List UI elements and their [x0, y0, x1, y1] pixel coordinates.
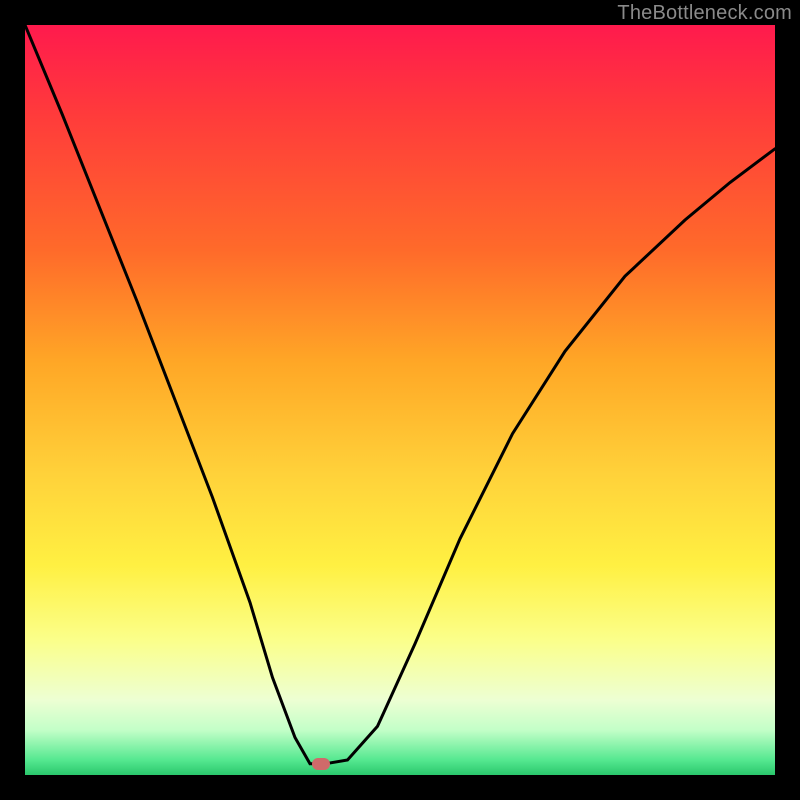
bottleneck-curve — [25, 25, 775, 775]
plot-area — [25, 25, 775, 775]
chart-frame: TheBottleneck.com — [0, 0, 800, 800]
min-point-marker — [312, 758, 330, 770]
watermark-text: TheBottleneck.com — [617, 2, 792, 25]
